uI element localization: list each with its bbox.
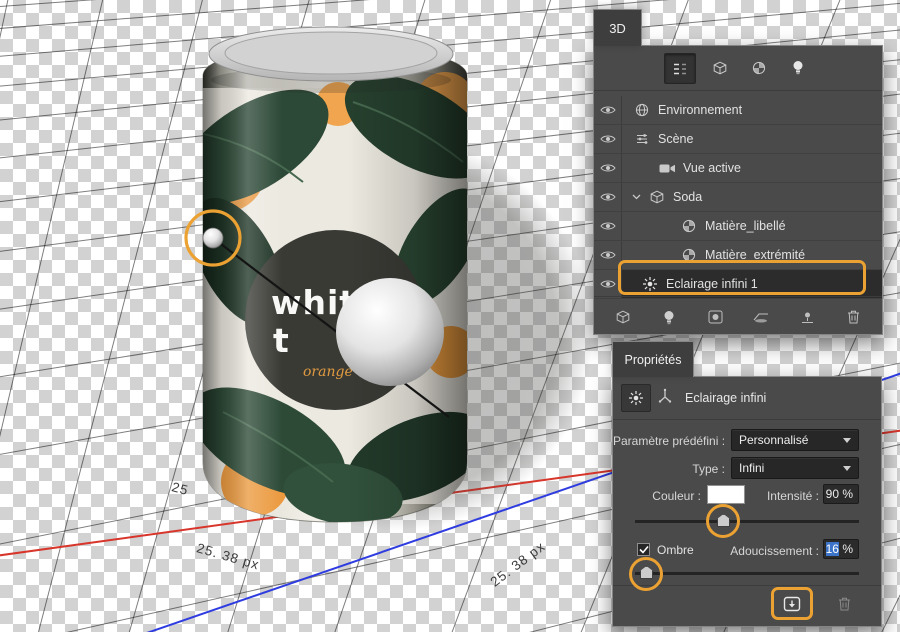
coordinates-icon[interactable]: [657, 388, 673, 404]
intensity-label: Intensité :: [745, 489, 819, 503]
light-handle-sphere[interactable]: [203, 228, 223, 248]
infinite-light-icon: [628, 390, 644, 406]
annotation-selected-light-row: [618, 260, 866, 295]
filter-materials-button[interactable]: [744, 53, 774, 82]
light-color-swatch[interactable]: [707, 485, 745, 504]
annotation-move-light-button: [771, 587, 813, 620]
properties-tab-label: Propriétés: [625, 353, 682, 367]
light-type-iconbox: [621, 384, 651, 412]
softness-value-selected: 16: [826, 542, 839, 556]
softness-label: Adoucissement :: [713, 544, 819, 558]
softness-unit: %: [839, 542, 853, 556]
visibility-eye-icon[interactable]: [600, 250, 616, 260]
add-mesh-button[interactable]: [610, 305, 636, 329]
visibility-eye-icon[interactable]: [600, 105, 616, 115]
camera-icon: [658, 163, 676, 174]
3d-item-soda[interactable]: Soda: [594, 183, 882, 212]
type-value: Infini: [739, 461, 764, 475]
3d-item-vue-active[interactable]: Vue active: [594, 154, 882, 183]
properties-panel-tab[interactable]: Propriétés: [612, 341, 694, 377]
3d-filter-bar: [594, 53, 882, 84]
item-label: Matière_libellé: [705, 219, 786, 233]
item-label: Vue active: [683, 161, 741, 175]
shadow-checkbox[interactable]: [637, 543, 650, 556]
softness-value-field[interactable]: 16 %: [823, 539, 859, 559]
shadow-label: Ombre: [657, 543, 694, 557]
intensity-slider[interactable]: [635, 520, 859, 524]
3d-item-environnement[interactable]: Environnement: [594, 96, 882, 125]
ground-plane-button[interactable]: [748, 305, 774, 329]
material-icon: [680, 219, 698, 233]
type-select[interactable]: Infini: [731, 457, 859, 479]
intensity-value-field[interactable]: 90 %: [823, 484, 859, 504]
chevron-down-icon: [843, 438, 851, 443]
3d-panel-tab[interactable]: 3D: [593, 9, 642, 46]
visibility-eye-icon[interactable]: [600, 163, 616, 173]
annotation-softness-thumb: [629, 557, 663, 591]
snap-light-to-ground-button[interactable]: [794, 305, 820, 329]
filter-lights-button[interactable]: [783, 53, 813, 82]
preset-value: Personnalisé: [739, 433, 808, 447]
3d-panel: Environnement Scène Vue active: [593, 45, 883, 335]
3d-tab-label: 3D: [609, 21, 626, 36]
document-canvas[interactable]: white t orange 25 25. 38 px 25. 38 px 3D: [0, 0, 900, 632]
delete-button[interactable]: [840, 305, 866, 329]
add-ibl-button[interactable]: [702, 305, 728, 329]
item-label: Scène: [658, 132, 693, 146]
visibility-eye-icon[interactable]: [600, 221, 616, 231]
3d-item-matiere-libelle[interactable]: Matière_libellé: [594, 212, 882, 241]
scene-icon: [633, 132, 651, 146]
visibility-eye-icon[interactable]: [600, 279, 616, 289]
environment-icon: [633, 103, 651, 117]
intensity-value: 90 %: [826, 487, 853, 501]
properties-header-label: Eclairage infini: [685, 391, 766, 405]
light-target-sphere[interactable]: [336, 278, 444, 386]
filter-whole-scene-button[interactable]: [664, 53, 696, 84]
delete-light-button[interactable]: [831, 591, 857, 617]
item-label: Environnement: [658, 103, 742, 117]
annotation-intensity-thumb: [706, 504, 740, 538]
properties-panel: Eclairage infini Paramètre prédéfini : P…: [612, 376, 882, 627]
type-label: Type :: [613, 462, 725, 476]
softness-slider[interactable]: [635, 572, 859, 576]
add-light-button[interactable]: [656, 305, 682, 329]
3d-item-scene[interactable]: Scène: [594, 125, 882, 154]
color-label: Couleur :: [613, 489, 701, 503]
filter-meshes-button[interactable]: [705, 53, 735, 82]
visibility-eye-icon[interactable]: [600, 192, 616, 202]
chevron-expand-icon[interactable]: [632, 194, 641, 200]
mesh-icon: [648, 190, 666, 204]
item-label: Soda: [673, 190, 702, 204]
chevron-down-icon: [843, 466, 851, 471]
preset-select[interactable]: Personnalisé: [731, 429, 859, 451]
visibility-eye-icon[interactable]: [600, 134, 616, 144]
preset-label: Paramètre prédéfini :: [613, 434, 725, 448]
3d-panel-toolbar: [594, 302, 882, 332]
